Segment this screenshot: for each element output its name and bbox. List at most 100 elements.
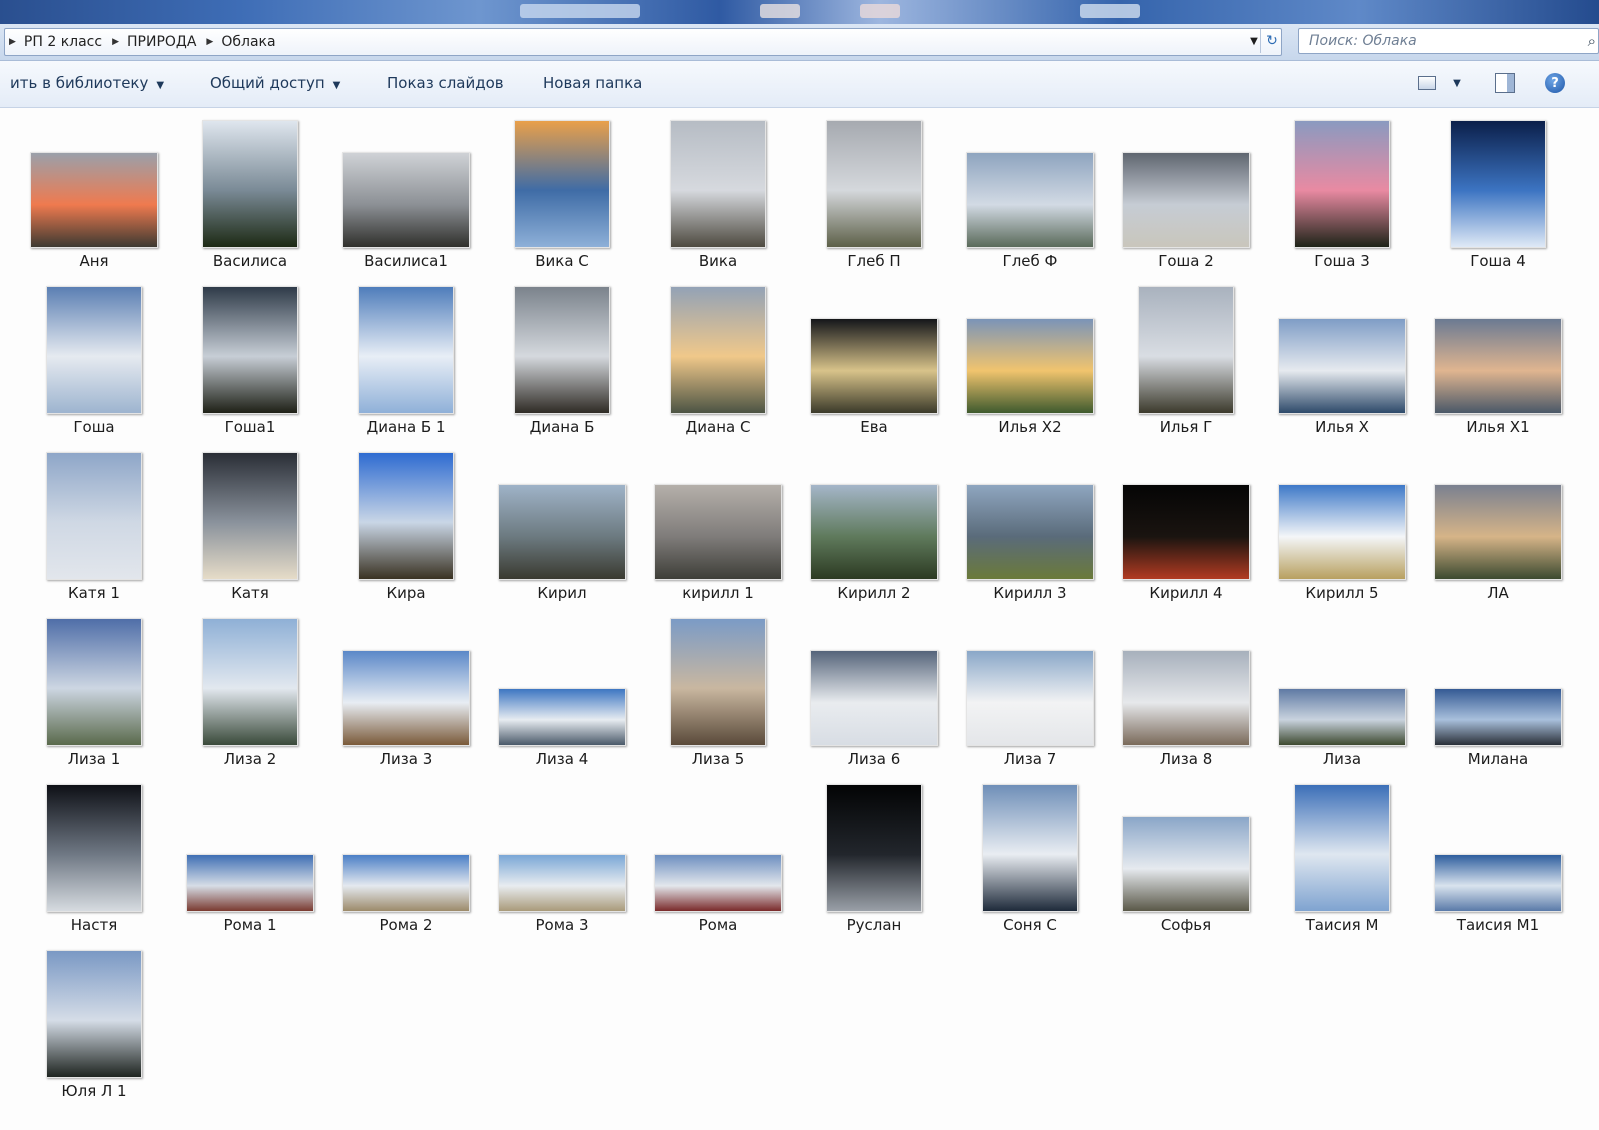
file-item[interactable]: Гоша 3	[1264, 116, 1420, 282]
file-thumbnail[interactable]	[514, 120, 610, 248]
file-thumbnail[interactable]	[202, 286, 298, 414]
file-thumbnail[interactable]	[654, 484, 782, 580]
file-thumbnail[interactable]	[358, 286, 454, 414]
file-thumbnail[interactable]	[1450, 120, 1546, 248]
file-thumbnail[interactable]	[1278, 688, 1406, 746]
file-item[interactable]: Илья Х2	[952, 282, 1108, 448]
file-thumbnail[interactable]	[46, 784, 142, 912]
file-item[interactable]: Лиза 7	[952, 614, 1108, 780]
file-thumbnail[interactable]	[46, 452, 142, 580]
file-item[interactable]: Таисия М	[1264, 780, 1420, 946]
file-thumbnail[interactable]	[202, 618, 298, 746]
file-thumbnail[interactable]	[342, 152, 470, 248]
file-item[interactable]: Кира	[328, 448, 484, 614]
file-item[interactable]: Софья	[1108, 780, 1264, 946]
file-item[interactable]: Настя	[16, 780, 172, 946]
file-thumbnail[interactable]	[810, 484, 938, 580]
file-thumbnail[interactable]	[670, 618, 766, 746]
file-thumbnail[interactable]	[342, 650, 470, 746]
file-thumbnail[interactable]	[1122, 816, 1250, 912]
file-thumbnail[interactable]	[670, 120, 766, 248]
file-thumbnail[interactable]	[202, 120, 298, 248]
file-thumbnail[interactable]	[966, 484, 1094, 580]
file-item[interactable]: Руслан	[796, 780, 952, 946]
file-item[interactable]: Лиза	[1264, 614, 1420, 780]
file-thumbnail[interactable]	[358, 452, 454, 580]
file-item[interactable]: Илья Х1	[1420, 282, 1576, 448]
file-item[interactable]: Лиза 1	[16, 614, 172, 780]
file-item[interactable]: Глеб Ф	[952, 116, 1108, 282]
file-item[interactable]: Илья Г	[1108, 282, 1264, 448]
file-item[interactable]: Лиза 5	[640, 614, 796, 780]
file-thumbnail[interactable]	[498, 688, 626, 746]
file-item[interactable]: Аня	[16, 116, 172, 282]
search-icon[interactable]: ⌕	[1588, 32, 1596, 50]
file-item[interactable]: Василиса	[172, 116, 328, 282]
file-thumbnail[interactable]	[966, 318, 1094, 414]
file-item[interactable]: Илья Х	[1264, 282, 1420, 448]
file-item[interactable]: Рома 3	[484, 780, 640, 946]
file-thumbnail[interactable]	[514, 286, 610, 414]
file-thumbnail[interactable]	[654, 854, 782, 912]
help-button[interactable]: ?	[1544, 72, 1566, 94]
file-thumbnail[interactable]	[1278, 484, 1406, 580]
file-thumbnail[interactable]	[1294, 120, 1390, 248]
file-thumbnail[interactable]	[1294, 784, 1390, 912]
file-thumbnail[interactable]	[966, 650, 1094, 746]
file-item[interactable]: Милана	[1420, 614, 1576, 780]
add-to-library-button[interactable]: ить в библиотеку ▼	[10, 74, 164, 92]
file-item[interactable]: Лиза 3	[328, 614, 484, 780]
file-thumbnail[interactable]	[826, 120, 922, 248]
file-thumbnail[interactable]	[1434, 318, 1562, 414]
file-thumbnail[interactable]	[1138, 286, 1234, 414]
file-item[interactable]: Катя	[172, 448, 328, 614]
file-item[interactable]: Юля Л 1	[16, 946, 172, 1112]
file-thumbnail[interactable]	[202, 452, 298, 580]
file-thumbnail[interactable]	[810, 318, 938, 414]
file-item[interactable]: Рома	[640, 780, 796, 946]
breadcrumb-item-0[interactable]: ▶ РП 2 класс	[5, 34, 108, 50]
refresh-button[interactable]: ↻	[1260, 29, 1283, 53]
file-item[interactable]: Кирилл 5	[1264, 448, 1420, 614]
file-item[interactable]: Лиза 6	[796, 614, 952, 780]
file-thumbnail[interactable]	[498, 854, 626, 912]
file-thumbnail[interactable]	[1122, 152, 1250, 248]
slideshow-button[interactable]: Показ слайдов	[387, 74, 504, 92]
file-thumbnail[interactable]	[826, 784, 922, 912]
file-item[interactable]: Лиза 8	[1108, 614, 1264, 780]
file-item[interactable]: Вика	[640, 116, 796, 282]
file-item[interactable]: Катя 1	[16, 448, 172, 614]
file-thumbnail[interactable]	[342, 854, 470, 912]
search-input[interactable]: Поиск: Облака ⌕	[1298, 28, 1599, 54]
file-item[interactable]: Ева	[796, 282, 952, 448]
file-thumbnail[interactable]	[1122, 650, 1250, 746]
file-thumbnail[interactable]	[46, 286, 142, 414]
file-item[interactable]: кирилл 1	[640, 448, 796, 614]
file-thumbnail[interactable]	[966, 152, 1094, 248]
file-thumbnail[interactable]	[810, 650, 938, 746]
file-item[interactable]: Гоша 4	[1420, 116, 1576, 282]
file-item[interactable]: ЛА	[1420, 448, 1576, 614]
file-item[interactable]: Вика С	[484, 116, 640, 282]
breadcrumb-item-1[interactable]: ▶ ПРИРОДА	[108, 34, 202, 50]
file-item[interactable]: Кирил	[484, 448, 640, 614]
file-thumbnail[interactable]	[46, 950, 142, 1078]
file-item[interactable]: Кирилл 2	[796, 448, 952, 614]
share-button[interactable]: Общий доступ ▼	[210, 74, 340, 92]
file-thumbnail[interactable]	[498, 484, 626, 580]
file-item[interactable]: Гоша 2	[1108, 116, 1264, 282]
file-item[interactable]: Кирилл 3	[952, 448, 1108, 614]
file-item[interactable]: Кирилл 4	[1108, 448, 1264, 614]
file-thumbnail[interactable]	[982, 784, 1078, 912]
file-item[interactable]: Василиса1	[328, 116, 484, 282]
file-item[interactable]: Гоша	[16, 282, 172, 448]
view-options-dropdown[interactable]: ▼	[1446, 72, 1468, 94]
file-thumbnail[interactable]	[30, 152, 158, 248]
file-item[interactable]: Таисия М1	[1420, 780, 1576, 946]
file-thumbnail[interactable]	[670, 286, 766, 414]
address-bar[interactable]: ▶ РП 2 класс ▶ ПРИРОДА ▶ Облака	[4, 28, 1282, 56]
file-item[interactable]: Гоша1	[172, 282, 328, 448]
file-item[interactable]: Диана Б 1	[328, 282, 484, 448]
file-item[interactable]: Лиза 4	[484, 614, 640, 780]
file-item[interactable]: Рома 1	[172, 780, 328, 946]
